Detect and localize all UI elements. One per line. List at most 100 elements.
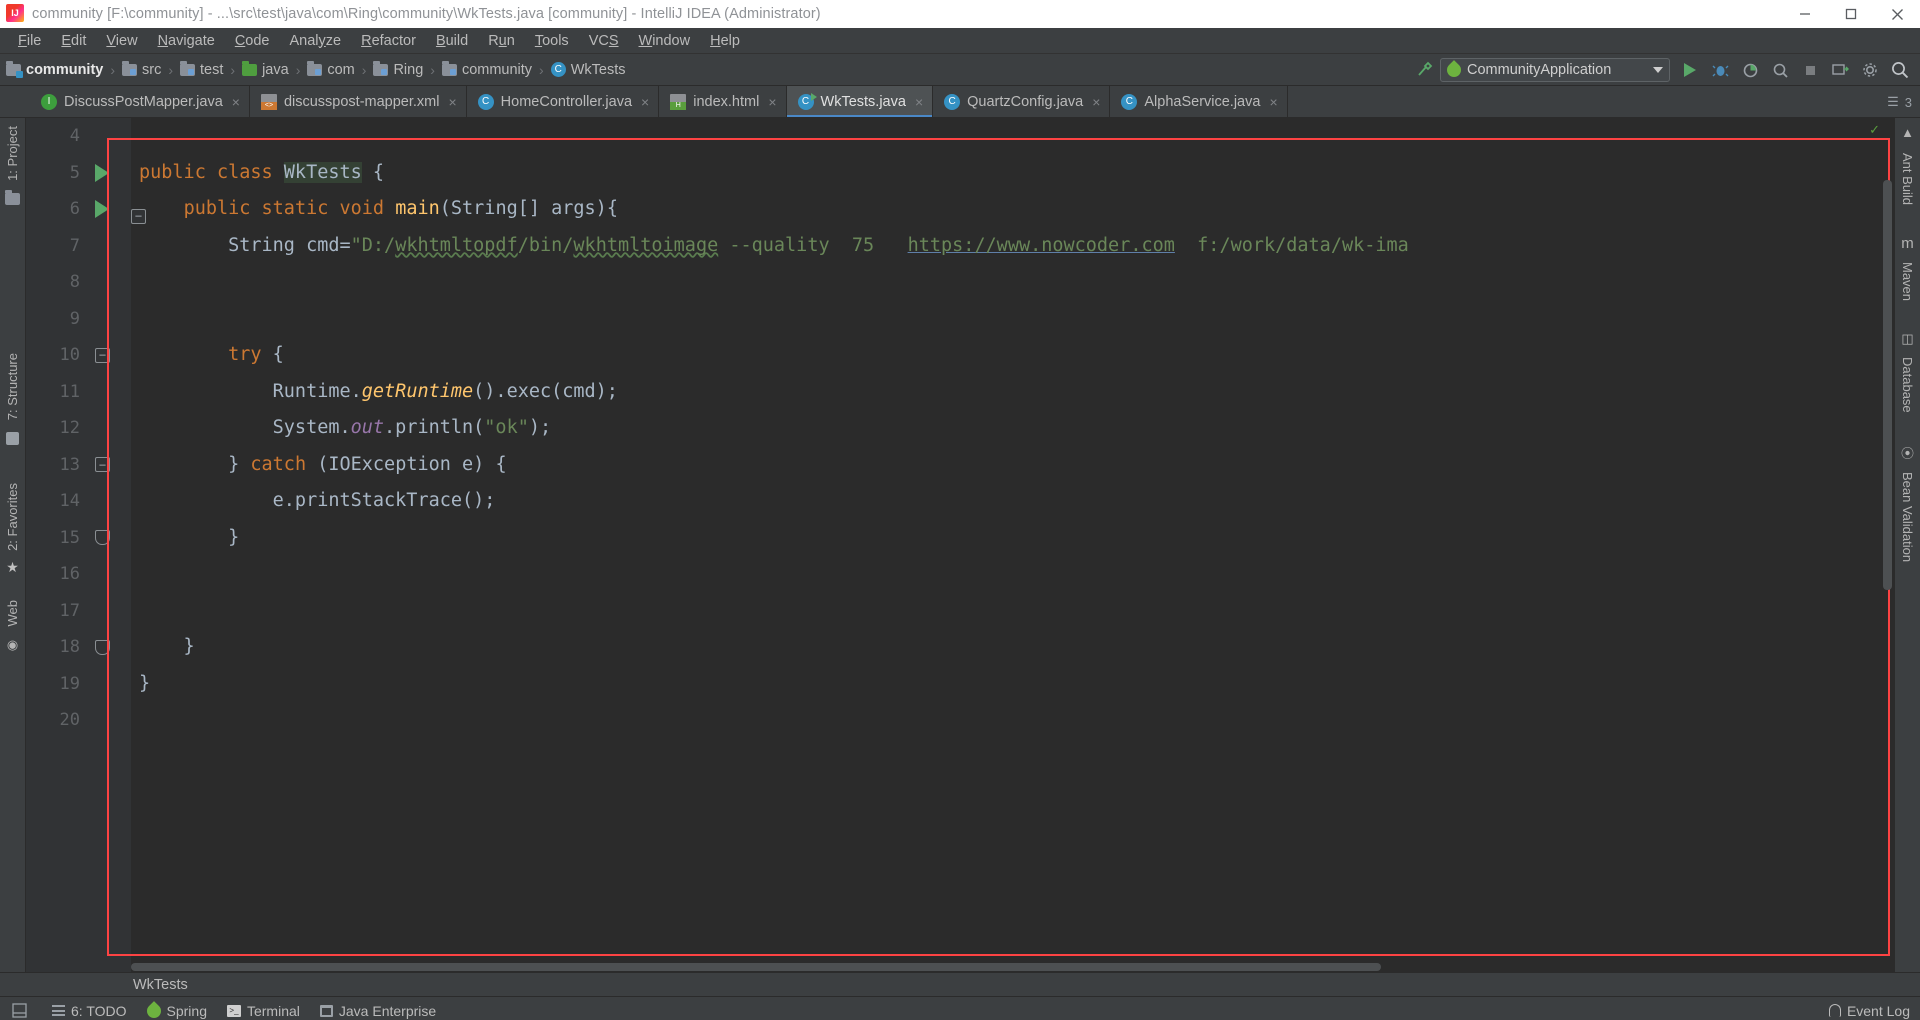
sidebar-item-maven[interactable]: Maven	[1900, 254, 1915, 309]
breadcrumb-item-community-project[interactable]: community	[6, 60, 103, 78]
tab-close-icon[interactable]: ×	[641, 94, 649, 110]
sidebar-item-structure[interactable]: 7: Structure	[5, 345, 20, 428]
sidebar-item-web[interactable]: Web	[5, 592, 20, 635]
bottom-item-java-enterprise[interactable]: Java Enterprise	[319, 1003, 436, 1019]
run-icon[interactable]	[1676, 57, 1704, 83]
minimize-icon[interactable]	[1782, 0, 1828, 28]
tab-DiscussPostMapper-java[interactable]: DiscussPostMapper.java ×	[30, 86, 250, 117]
code-line: 17	[26, 593, 1894, 630]
breadcrumb-item-ring[interactable]: Ring	[373, 60, 423, 78]
tab-QuartzConfig-java[interactable]: QuartzConfig.java ×	[933, 86, 1111, 117]
code-line: 6 public static void main(String[] args)…	[26, 191, 1894, 228]
sidebar-item-project-label: 1: Project	[5, 126, 20, 181]
editor-horizontal-scrollbar[interactable]	[131, 961, 1880, 972]
editor-vertical-scrollbar[interactable]	[1883, 180, 1892, 590]
gutter-slot: −	[88, 347, 131, 363]
run-gutter-icon[interactable]	[95, 163, 109, 182]
java-enterprise-icon	[319, 1004, 333, 1017]
breadcrumb-item-com[interactable]: com	[307, 60, 355, 78]
menu-navigate[interactable]: Navigate	[148, 31, 225, 51]
tab-close-icon[interactable]: ×	[1269, 94, 1277, 110]
code-fold-end-icon[interactable]	[95, 530, 110, 546]
menu-help[interactable]: Help	[700, 31, 750, 51]
sidebar-item-favorites[interactable]: 2: Favorites	[5, 475, 20, 559]
tab-close-icon[interactable]: ×	[915, 94, 923, 110]
sidebar-item-project[interactable]: 1: Project	[5, 118, 20, 189]
bottom-tool-window-bar: 6: TODO Spring >_ Terminal Java Enterpri…	[0, 996, 1920, 1020]
tab-list-icon[interactable]: ☰	[1887, 94, 1899, 110]
tab-WkTests-java[interactable]: WkTests.java ×	[786, 86, 934, 117]
tab-discusspost-mapper-xml[interactable]: discusspost-mapper.xml ×	[250, 86, 467, 117]
sidebar-item-ant-build-label: Ant Build	[1900, 153, 1915, 206]
gutter-slot	[88, 639, 131, 655]
restore-layout-icon[interactable]	[6, 1003, 32, 1018]
sidebar-item-database[interactable]: Database	[1900, 349, 1915, 421]
menu-build[interactable]: Build	[426, 31, 478, 51]
profiler-icon[interactable]	[1766, 57, 1794, 83]
editor-structure-breadcrumb[interactable]: WkTests	[0, 972, 1920, 996]
event-log-button[interactable]: Event Log	[1828, 1003, 1910, 1019]
bottom-item-spring[interactable]: Spring	[143, 1000, 207, 1020]
breadcrumb-item-java[interactable]: java	[242, 60, 289, 78]
menu-tools[interactable]: Tools	[525, 31, 579, 51]
tab-close-icon[interactable]: ×	[768, 94, 776, 110]
breadcrumb-item-wktests[interactable]: WkTests	[550, 62, 626, 78]
menu-code[interactable]: Code	[225, 31, 280, 51]
tab-HomeController-java[interactable]: HomeController.java ×	[467, 86, 660, 117]
tab-close-icon[interactable]: ×	[1092, 94, 1100, 110]
sidebar-item-favorites-label: 2: Favorites	[5, 483, 20, 552]
menu-vcs[interactable]: VCS	[579, 31, 629, 51]
hammer-icon[interactable]	[1410, 57, 1438, 83]
breadcrumb-item-src[interactable]: src	[122, 60, 161, 78]
breadcrumb-separator: ›	[430, 61, 435, 78]
line-content: String cmd="D:/wkhtmltopdf/bin/wkhtmltoi…	[139, 234, 1409, 256]
menu-analyze[interactable]: Analyze	[280, 31, 352, 51]
code-fold-icon[interactable]: −	[95, 347, 110, 363]
tab-close-icon[interactable]: ×	[232, 94, 240, 110]
tab-close-icon[interactable]: ×	[448, 94, 456, 110]
tab-overflow[interactable]: ☰ 3	[1887, 86, 1920, 118]
run-configuration-selector[interactable]: CommunityApplication	[1440, 58, 1670, 82]
ant-icon: ▲	[1901, 125, 1914, 140]
code-line: 11 Runtime.getRuntime().exec(cmd);	[26, 374, 1894, 411]
code-editor[interactable]: ✓ 4 5 public class WkTests { 6 public st…	[26, 118, 1894, 972]
line-number: 10	[59, 345, 80, 365]
menu-refactor[interactable]: Refactor	[351, 31, 426, 51]
menu-run[interactable]: Run	[478, 31, 525, 51]
code-line: 4	[26, 118, 1894, 155]
window-controls	[1782, 0, 1920, 28]
menu-window[interactable]: Window	[629, 31, 701, 51]
menu-file[interactable]: File	[8, 31, 51, 51]
sidebar-item-bean-validation[interactable]: Bean Validation	[1900, 464, 1915, 570]
breadcrumb-item-test[interactable]: test	[180, 60, 223, 78]
structure-crumb-label: WkTests	[133, 976, 188, 993]
code-fold-end-icon[interactable]	[95, 639, 110, 655]
line-number: 13	[59, 454, 80, 475]
tab-index-html[interactable]: index.html ×	[659, 86, 787, 117]
menu-view[interactable]: View	[96, 31, 147, 51]
tab-AlphaService-java[interactable]: AlphaService.java ×	[1110, 86, 1288, 117]
bottom-item-todo[interactable]: 6: TODO	[52, 1003, 127, 1019]
stop-icon[interactable]	[1796, 57, 1824, 83]
chevron-down-icon[interactable]	[1653, 67, 1663, 73]
debug-icon[interactable]	[1706, 57, 1734, 83]
navigation-toolbar: community › src › test › java › com › Ri…	[0, 54, 1920, 86]
bottom-item-terminal[interactable]: >_ Terminal	[226, 1003, 300, 1019]
test-folder-icon	[180, 60, 196, 76]
line-content: e.printStackTrace();	[139, 490, 496, 511]
scrollbar-thumb[interactable]	[131, 963, 1381, 971]
code-fold-icon[interactable]: −	[95, 457, 110, 473]
line-number: 14	[59, 491, 80, 511]
project-tool-icon	[5, 189, 20, 205]
sidebar-item-ant-build[interactable]: Ant Build	[1900, 145, 1915, 213]
search-icon[interactable]	[1886, 57, 1914, 83]
menu-edit[interactable]: Edit	[51, 31, 96, 51]
close-icon[interactable]	[1874, 0, 1920, 28]
run-gutter-icon[interactable]	[95, 200, 109, 219]
gear-icon[interactable]	[1856, 57, 1884, 83]
update-icon[interactable]	[1826, 57, 1854, 83]
code-fold-icon[interactable]: −	[131, 209, 146, 224]
maximize-icon[interactable]	[1828, 0, 1874, 28]
breadcrumb-item-community-package[interactable]: community	[441, 60, 532, 78]
coverage-icon[interactable]	[1736, 57, 1764, 83]
